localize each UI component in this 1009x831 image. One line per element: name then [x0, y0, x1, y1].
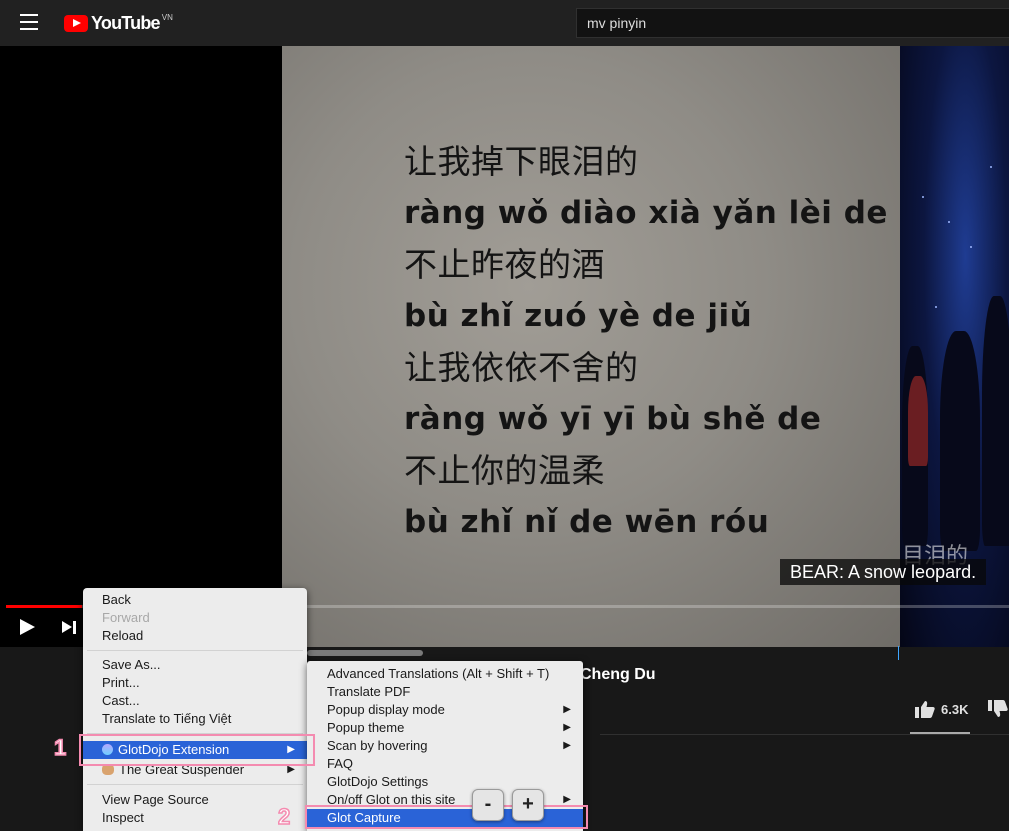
- menu-item-popup-display-mode[interactable]: Popup display mode ▶: [307, 701, 583, 719]
- country-code: VN: [161, 12, 173, 22]
- menu-item-save-as[interactable]: Save As...: [83, 656, 307, 674]
- lyric-hanzi-line: 让我掉下眼泪的: [404, 142, 639, 181]
- video-title: Cheng Du: [580, 666, 656, 683]
- menu-item-label: Scan by hovering: [327, 738, 428, 753]
- menu-item-translate[interactable]: Translate to Tiếng Việt: [83, 710, 307, 728]
- menu-item-label: GlotDojo Settings: [327, 774, 429, 789]
- menu-item-label: Popup display mode: [327, 702, 445, 717]
- closed-caption: BEAR: A snow leopard.: [780, 559, 987, 585]
- submenu-arrow-icon: ▶: [563, 740, 571, 751]
- menu-item-popup-theme[interactable]: Popup theme ▶: [307, 719, 583, 737]
- menu-item-forward: Forward: [83, 609, 307, 627]
- zoom-in-button[interactable]: +: [512, 789, 544, 821]
- menu-item-translate-pdf[interactable]: Translate PDF: [307, 683, 583, 701]
- menu-item-label: FAQ: [327, 756, 354, 771]
- lyric-hanzi-line: 不止你的温柔: [404, 451, 605, 490]
- step-1-highlight: [79, 734, 315, 766]
- menu-item-label: View Page Source: [102, 792, 209, 807]
- menu-item-reload[interactable]: Reload: [83, 627, 307, 645]
- scrollbar-thumb[interactable]: [307, 650, 423, 656]
- thumbs-down-icon: [988, 700, 1008, 717]
- dislike-button[interactable]: [988, 700, 1008, 723]
- menu-icon[interactable]: [20, 14, 38, 30]
- menu-item-print[interactable]: Print...: [83, 674, 307, 692]
- menu-item-label: Translate PDF: [327, 684, 411, 699]
- menu-item-faq[interactable]: FAQ: [307, 755, 583, 773]
- submenu-arrow-icon: ▶: [563, 722, 571, 733]
- menu-item-inspect[interactable]: Inspect: [83, 809, 307, 827]
- menu-item-back[interactable]: Back: [83, 591, 307, 609]
- menu-separator: [87, 650, 303, 651]
- next-icon[interactable]: [62, 620, 76, 635]
- youtube-play-icon: [64, 14, 88, 32]
- lyric-pinyin-line: bù zhǐ nǐ de wēn róu: [404, 503, 770, 540]
- submenu-arrow-icon: ▶: [563, 704, 571, 715]
- menu-item-label: Save As...: [102, 657, 161, 672]
- menu-item-glotdojo-settings[interactable]: GlotDojo Settings: [307, 773, 583, 791]
- like-button[interactable]: 6.3K: [915, 700, 968, 718]
- menu-item-scan-by-hovering[interactable]: Scan by hovering ▶: [307, 737, 583, 755]
- search-input[interactable]: mv pinyin: [576, 8, 1009, 38]
- menu-separator: [87, 784, 303, 785]
- menu-item-label: Reload: [102, 628, 144, 643]
- context-menu: Back Forward Reload Save As... Print... …: [83, 588, 307, 831]
- chapter-marker: [898, 646, 899, 660]
- lyric-hanzi-line: 让我依依不舍的: [404, 348, 639, 387]
- step-1-label: 1: [53, 734, 67, 761]
- menu-item-label: Print...: [102, 675, 140, 690]
- menu-item-view-source[interactable]: View Page Source: [83, 791, 307, 809]
- menu-item-label: Popup theme: [327, 720, 405, 735]
- lyric-pinyin-line: bù zhǐ zuó yè de jiǔ: [404, 297, 753, 334]
- step-2-label: 2: [277, 803, 291, 830]
- lyric-hanzi-line: 不止昨夜的酒: [404, 245, 605, 284]
- menu-item-label: Advanced Translations (Alt + Shift + T): [327, 666, 550, 681]
- lyric-pinyin-line: ràng wǒ yī yī bù shě de: [404, 400, 822, 437]
- menu-item-label: Back: [102, 592, 131, 607]
- like-count: 6.3K: [941, 701, 969, 717]
- lyric-pinyin-line: ràng wǒ diào xià yǎn lèi de: [404, 194, 888, 231]
- progress-bar-fill: [6, 605, 82, 608]
- lyrics-block: 让我掉下眼泪的 ràng wǒ diào xià yǎn lèi de 不止昨夜的酒…: [404, 136, 888, 548]
- menu-item-label: Cast...: [102, 693, 140, 708]
- menu-item-label: Translate to Tiếng Việt: [102, 711, 232, 726]
- menu-item-cast[interactable]: Cast...: [83, 692, 307, 710]
- divider: [600, 734, 1009, 735]
- menu-item-label: Forward: [102, 610, 150, 625]
- youtube-logo[interactable]: YouTube VN: [64, 12, 173, 34]
- menu-item-label: Inspect: [102, 810, 144, 825]
- zoom-out-button[interactable]: -: [472, 789, 504, 821]
- thumbs-up-icon: [915, 701, 935, 718]
- step-2-highlight: [305, 805, 588, 829]
- play-icon[interactable]: [20, 619, 35, 635]
- youtube-wordmark: YouTube: [91, 12, 161, 33]
- menu-item-advanced-translations[interactable]: Advanced Translations (Alt + Shift + T): [307, 665, 583, 683]
